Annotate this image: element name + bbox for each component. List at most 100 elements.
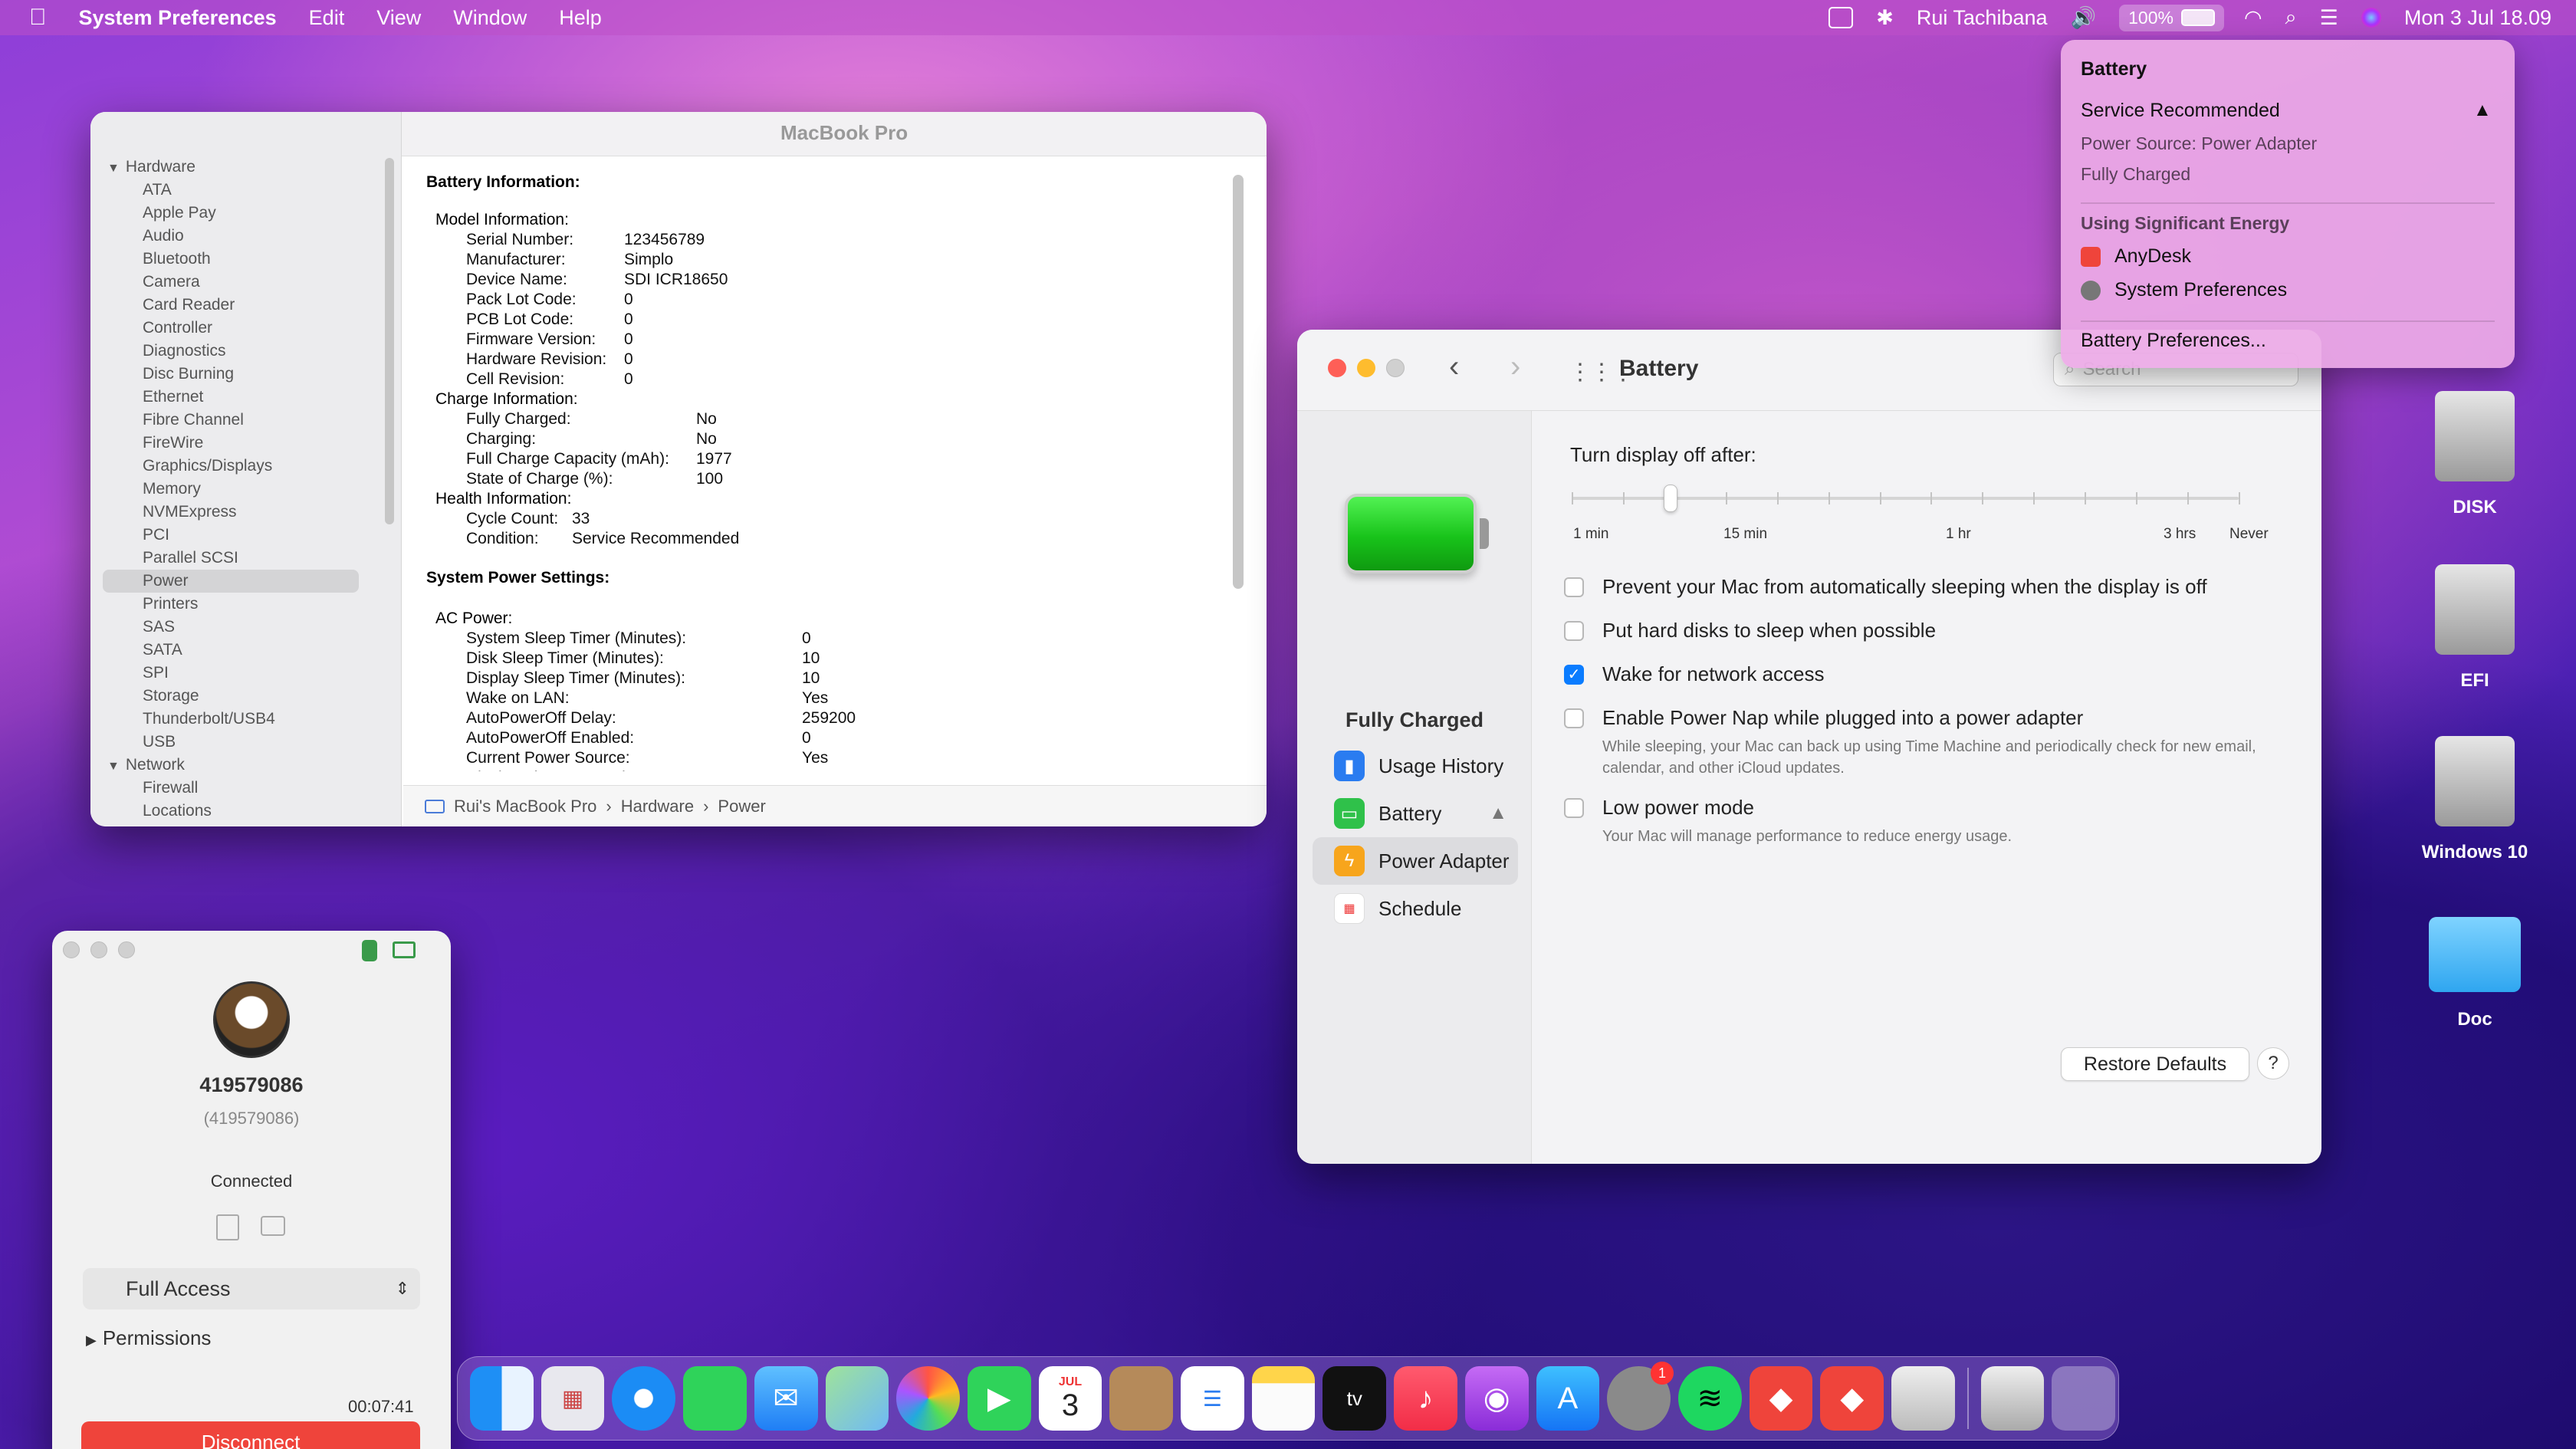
- access-select[interactable]: Full Access ⇕: [83, 1268, 420, 1309]
- path-computer[interactable]: Rui's MacBook Pro: [454, 797, 596, 816]
- notes-icon[interactable]: [1251, 1366, 1316, 1431]
- permissions-toggle[interactable]: ▶ Permissions: [86, 1326, 211, 1350]
- zoom-button[interactable]: [1386, 359, 1405, 377]
- app-store-icon[interactable]: A: [1536, 1366, 1600, 1431]
- minimize-button[interactable]: [1357, 359, 1375, 377]
- launchpad-icon[interactable]: ▦: [540, 1366, 605, 1431]
- battery-menu-extra[interactable]: 100%: [2119, 4, 2224, 31]
- podcasts-icon[interactable]: ◉: [1464, 1366, 1529, 1431]
- trash-icon[interactable]: [2052, 1366, 2116, 1431]
- checkbox[interactable]: [1564, 577, 1584, 597]
- sidebar-item-diagnostics[interactable]: Diagnostics: [107, 340, 402, 363]
- wifi-icon[interactable]: ◠: [2244, 6, 2262, 30]
- sidebar-item-usb[interactable]: USB: [107, 731, 402, 754]
- minimize-button[interactable]: [90, 941, 107, 958]
- reminders-icon[interactable]: ☰: [1181, 1366, 1244, 1431]
- sidebar-item-sas[interactable]: SAS: [107, 616, 402, 639]
- nav-usage-history[interactable]: ▮ Usage History: [1313, 742, 1518, 790]
- sidebar-item-disc-burning[interactable]: Disc Burning: [107, 363, 402, 386]
- nav-schedule[interactable]: ▦ Schedule: [1313, 885, 1518, 932]
- menu-edit[interactable]: Edit: [309, 6, 345, 30]
- option-row[interactable]: Enable Power Nap while plugged into a po…: [1564, 706, 2300, 730]
- checkbox[interactable]: ✓: [1564, 664, 1584, 685]
- sidebar-scrollbar[interactable]: [385, 158, 394, 524]
- disconnect-button[interactable]: Disconnect: [81, 1421, 420, 1449]
- finder-icon[interactable]: [470, 1366, 534, 1431]
- menu-window[interactable]: Window: [453, 6, 527, 30]
- music-icon[interactable]: ♪: [1394, 1366, 1457, 1431]
- close-button[interactable]: [1328, 359, 1346, 377]
- mail-icon[interactable]: ✉: [754, 1366, 818, 1431]
- display-sleep-slider[interactable]: [1572, 483, 2240, 514]
- sidebar-item-firewire[interactable]: FireWire: [107, 432, 402, 455]
- sidebar-item-parallel-scsi[interactable]: Parallel SCSI: [107, 547, 402, 570]
- desktop-icon-disk[interactable]: DISK: [2413, 391, 2536, 518]
- activity-monitor-icon[interactable]: [1829, 7, 1854, 28]
- option-row[interactable]: Low power mode: [1564, 796, 2300, 820]
- sidebar-item-fibre-channel[interactable]: Fibre Channel: [107, 409, 402, 432]
- sidebar-item-sata[interactable]: SATA: [107, 639, 402, 662]
- siri-icon[interactable]: [2361, 8, 2381, 28]
- sidebar-item-thunderbolt-usb4[interactable]: Thunderbolt/USB4: [107, 708, 402, 731]
- messages-icon[interactable]: [683, 1366, 747, 1431]
- sidebar-item-apple-pay[interactable]: Apple Pay: [107, 202, 402, 225]
- spotify-icon[interactable]: ≋: [1677, 1366, 1742, 1431]
- sidebar-item-power[interactable]: Power: [103, 570, 359, 593]
- sidebar-item-bluetooth[interactable]: Bluetooth: [107, 248, 402, 271]
- battery-preferences-item[interactable]: Battery Preferences...: [2081, 330, 2266, 352]
- sidebar-item-memory[interactable]: Memory: [107, 478, 402, 501]
- calendar-app-icon[interactable]: JUL 3: [1038, 1366, 1102, 1431]
- checkbox[interactable]: [1564, 797, 1584, 818]
- sidebar-group-network[interactable]: ▼ Network: [107, 754, 402, 777]
- downloads-icon[interactable]: [1980, 1366, 2045, 1431]
- sidebar-item-card-reader[interactable]: Card Reader: [107, 294, 402, 317]
- checkbox[interactable]: [1564, 620, 1584, 641]
- contacts-icon[interactable]: [1109, 1366, 1174, 1431]
- zoom-button[interactable]: [118, 941, 135, 958]
- desktop-icon-efi[interactable]: EFI: [2413, 564, 2536, 692]
- user-name-menu[interactable]: Rui Tachibana: [1917, 6, 2048, 30]
- sidebar-item-locations[interactable]: Locations: [107, 800, 402, 823]
- photos-icon[interactable]: [896, 1366, 960, 1431]
- system-preferences-icon[interactable]: 1: [1607, 1362, 1674, 1431]
- detail-scrollbar[interactable]: [1233, 175, 1244, 589]
- energy-app-anydesk[interactable]: AnyDesk: [2081, 245, 2191, 268]
- option-row[interactable]: Put hard disks to sleep when possible: [1564, 619, 2300, 642]
- sidebar-item-spi[interactable]: SPI: [107, 662, 402, 685]
- energy-app-system-preferences[interactable]: System Preferences: [2081, 279, 2287, 301]
- path-hardware[interactable]: Hardware: [621, 797, 694, 816]
- sidebar-item-graphics-displays[interactable]: Graphics/Displays: [107, 455, 402, 478]
- menu-help[interactable]: Help: [559, 6, 602, 30]
- system-information-icon[interactable]: [1891, 1366, 1955, 1431]
- safari-icon[interactable]: [612, 1366, 676, 1431]
- maps-icon[interactable]: [825, 1366, 889, 1431]
- bluetooth-icon[interactable]: ✱: [1876, 6, 1894, 30]
- sidebar-item-nvmexpress[interactable]: NVMExpress: [107, 501, 402, 524]
- nav-battery[interactable]: ▭ Battery ▲: [1313, 790, 1518, 837]
- sidebar-item-storage[interactable]: Storage: [107, 685, 402, 708]
- control-center-icon[interactable]: ☰: [2320, 6, 2338, 30]
- facetime-icon[interactable]: ▶: [967, 1366, 1031, 1431]
- option-row[interactable]: Prevent your Mac from automatically slee…: [1564, 575, 2300, 599]
- volume-icon[interactable]: 🔊: [2071, 5, 2097, 30]
- clock[interactable]: Mon 3 Jul 18.09: [2404, 6, 2551, 30]
- apple-menu-icon[interactable]: : [29, 5, 47, 31]
- spotlight-icon[interactable]: ⌕: [2285, 5, 2297, 30]
- restore-defaults-button[interactable]: Restore Defaults: [2061, 1047, 2249, 1081]
- sidebar-item-camera[interactable]: Camera: [107, 271, 402, 294]
- sidebar-group-hardware[interactable]: ▼ Hardware: [107, 156, 402, 179]
- help-button[interactable]: ?: [2257, 1047, 2289, 1079]
- apple-tv-icon[interactable]: tv: [1322, 1366, 1387, 1431]
- desktop-icon-windows[interactable]: Windows 10: [2413, 736, 2536, 863]
- close-button[interactable]: [63, 941, 80, 958]
- sidebar-item-ethernet[interactable]: Ethernet: [107, 386, 402, 409]
- sidebar-item-printers[interactable]: Printers: [107, 593, 402, 616]
- anydesk-icon[interactable]: ◆: [1749, 1366, 1813, 1431]
- menu-view[interactable]: View: [376, 6, 421, 30]
- nav-power-adapter[interactable]: ϟ Power Adapter: [1313, 837, 1518, 885]
- anydesk-session-icon[interactable]: ◆: [1820, 1366, 1884, 1431]
- slider-knob[interactable]: [1663, 485, 1677, 512]
- back-button[interactable]: ‹: [1449, 350, 1459, 384]
- file-transfer-icon[interactable]: [216, 1214, 239, 1240]
- sidebar-item-firewall[interactable]: Firewall: [107, 777, 402, 800]
